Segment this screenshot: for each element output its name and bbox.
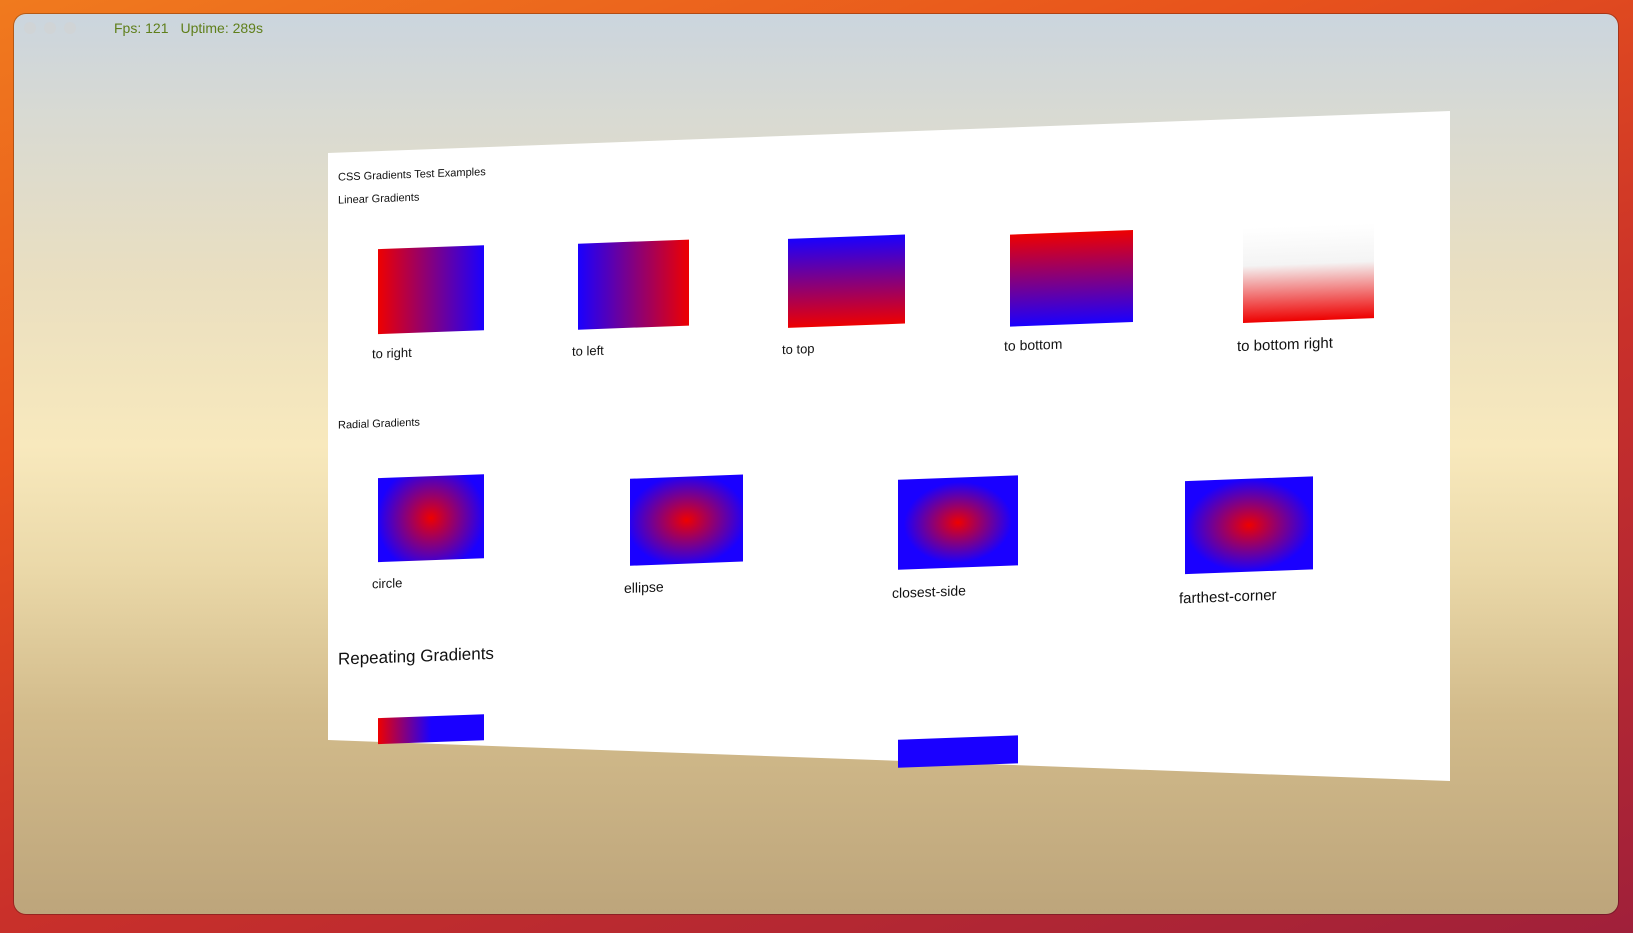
- linear-to-right-swatch: [378, 245, 484, 335]
- gradient-test-page: CSS Gradients Test Examples Linear Gradi…: [328, 108, 1448, 770]
- radial-farthest-corner-swatch: [1185, 476, 1313, 575]
- radial-circle-swatch: [378, 474, 484, 563]
- radial-label: ellipse: [624, 578, 664, 596]
- radial-label: closest-side: [892, 582, 966, 602]
- linear-to-left-swatch: [578, 239, 689, 330]
- repeating-radial-swatch: [898, 735, 1018, 768]
- linear-label: to bottom right: [1237, 334, 1333, 356]
- radial-label: farthest-corner: [1179, 586, 1277, 608]
- radial-closest-side-swatch: [898, 475, 1018, 570]
- repeating-heading: Repeating Gradients: [338, 643, 494, 669]
- linear-label: to bottom: [1004, 335, 1063, 354]
- linear-label: to left: [572, 342, 604, 359]
- repeating-linear-swatch: [378, 714, 484, 745]
- linear-label: to top: [782, 340, 815, 358]
- radial-ellipse-swatch: [630, 474, 743, 566]
- linear-label: to right: [372, 344, 412, 362]
- radial-heading: Radial Gradients: [338, 416, 420, 432]
- radial-label: circle: [372, 575, 403, 592]
- linear-to-bottom-right-swatch: [1243, 223, 1374, 323]
- linear-heading: Linear Gradients: [338, 191, 420, 207]
- linear-to-bottom-swatch: [1010, 230, 1133, 327]
- linear-to-top-swatch: [788, 234, 905, 328]
- page-title: CSS Gradients Test Examples: [338, 166, 486, 184]
